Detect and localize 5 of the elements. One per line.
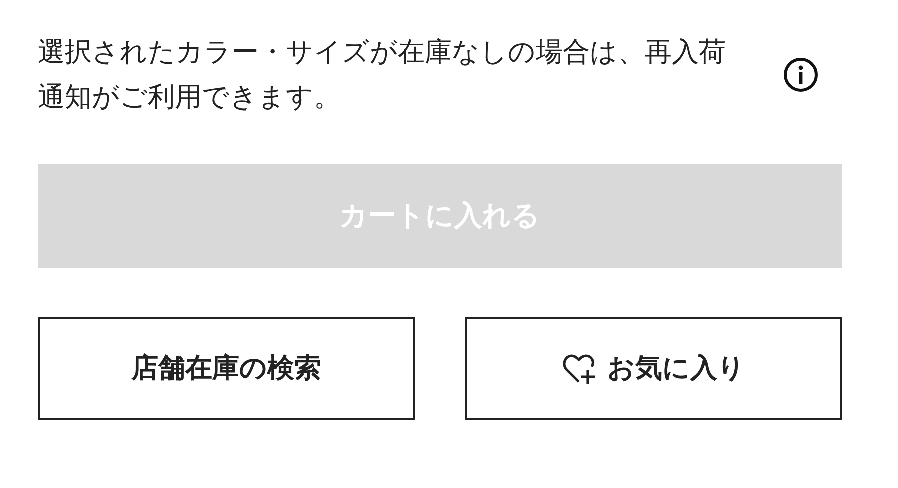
- store-stock-button[interactable]: 店舗在庫の検索: [38, 317, 415, 420]
- heart-plus-icon: [562, 352, 598, 386]
- notice-text: 選択されたカラー・サイズが在庫なしの場合は、再入荷通知がご利用できます。: [38, 36, 727, 114]
- favorite-button[interactable]: お気に入り: [465, 317, 842, 420]
- info-icon[interactable]: [783, 57, 819, 93]
